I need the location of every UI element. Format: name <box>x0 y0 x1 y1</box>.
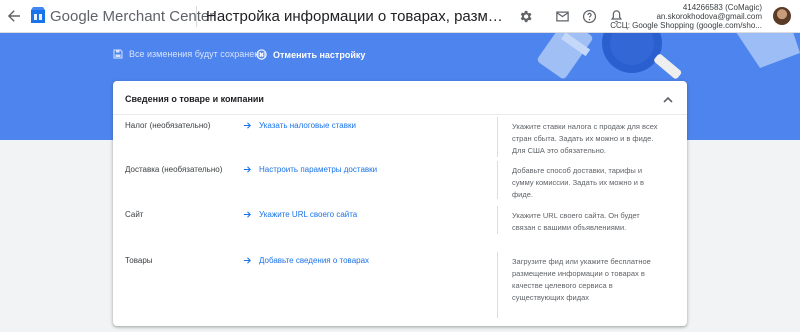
shipping-help-text: Добавьте способ доставки, тарифы и сумму… <box>512 166 645 199</box>
gear-icon[interactable] <box>518 9 533 24</box>
arrow-right-icon <box>243 211 251 218</box>
products-label: Товары <box>125 256 153 265</box>
website-help-text: Укажите URL своего сайта. Он будет связа… <box>512 211 640 232</box>
arrow-right-icon <box>243 166 251 173</box>
row-divider <box>497 206 498 234</box>
card-title: Сведения о товаре и компании <box>125 94 264 104</box>
product-name: Google Merchant Center <box>50 8 215 25</box>
cancel-circle-icon <box>256 49 267 60</box>
save-icon <box>113 49 123 59</box>
save-status: Все изменения будут сохранены <box>113 49 266 59</box>
chevron-up-icon[interactable] <box>661 93 675 107</box>
account-css: ССЦ: Google Shopping (google.com/sho... <box>610 21 762 30</box>
website-link-text: Укажите URL своего сайта <box>259 210 358 219</box>
products-link-text: Добавьте сведения о товарах <box>259 256 370 265</box>
cancel-setup-label: Отменить настройку <box>273 49 366 60</box>
website-label: Сайт <box>125 210 144 219</box>
app-header: Google Merchant Center Настройка информа… <box>0 0 800 33</box>
page-title: Настройка информации о товарах, размещен… <box>206 8 506 25</box>
website-link[interactable]: Укажите URL своего сайта <box>243 210 357 219</box>
product-business-info-card: Сведения о товаре и компании Налог (необ… <box>113 81 687 326</box>
avatar[interactable] <box>773 7 791 25</box>
header-divider <box>196 6 197 27</box>
row-divider <box>497 252 498 318</box>
shipping-label: Доставка (необязательно) <box>125 165 223 174</box>
account-id: 414266583 (CoMagic) <box>682 3 762 12</box>
arrow-right-icon <box>243 257 251 264</box>
products-link[interactable]: Добавьте сведения о товарах <box>243 256 369 265</box>
save-status-text: Все изменения будут сохранены <box>129 49 266 59</box>
account-email: an.skorokhodova@gmail.com <box>656 12 762 21</box>
mail-icon[interactable] <box>555 9 570 24</box>
tax-label: Налог (необязательно) <box>125 121 211 130</box>
card-divider <box>113 114 687 115</box>
tax-link-text: Указать налоговые ставки <box>259 121 356 130</box>
tax-link[interactable]: Указать налоговые ставки <box>243 121 356 130</box>
shipping-link-text: Настроить параметры доставки <box>259 165 378 174</box>
tax-help-text: Укажите ставки налога с продаж для всех … <box>512 122 658 155</box>
arrow-right-icon <box>243 122 251 129</box>
shipping-link[interactable]: Настроить параметры доставки <box>243 165 377 174</box>
row-divider <box>497 117 498 157</box>
merchant-center-logo-icon <box>31 7 45 23</box>
cancel-setup-button[interactable]: Отменить настройку <box>256 49 365 60</box>
products-help-text: Загрузите фид или укажите бесплатное раз… <box>512 257 651 302</box>
row-divider <box>497 161 498 199</box>
back-arrow-icon[interactable] <box>6 8 22 24</box>
account-info[interactable]: 414266583 (CoMagic) an.skorokhodova@gmai… <box>572 3 762 30</box>
